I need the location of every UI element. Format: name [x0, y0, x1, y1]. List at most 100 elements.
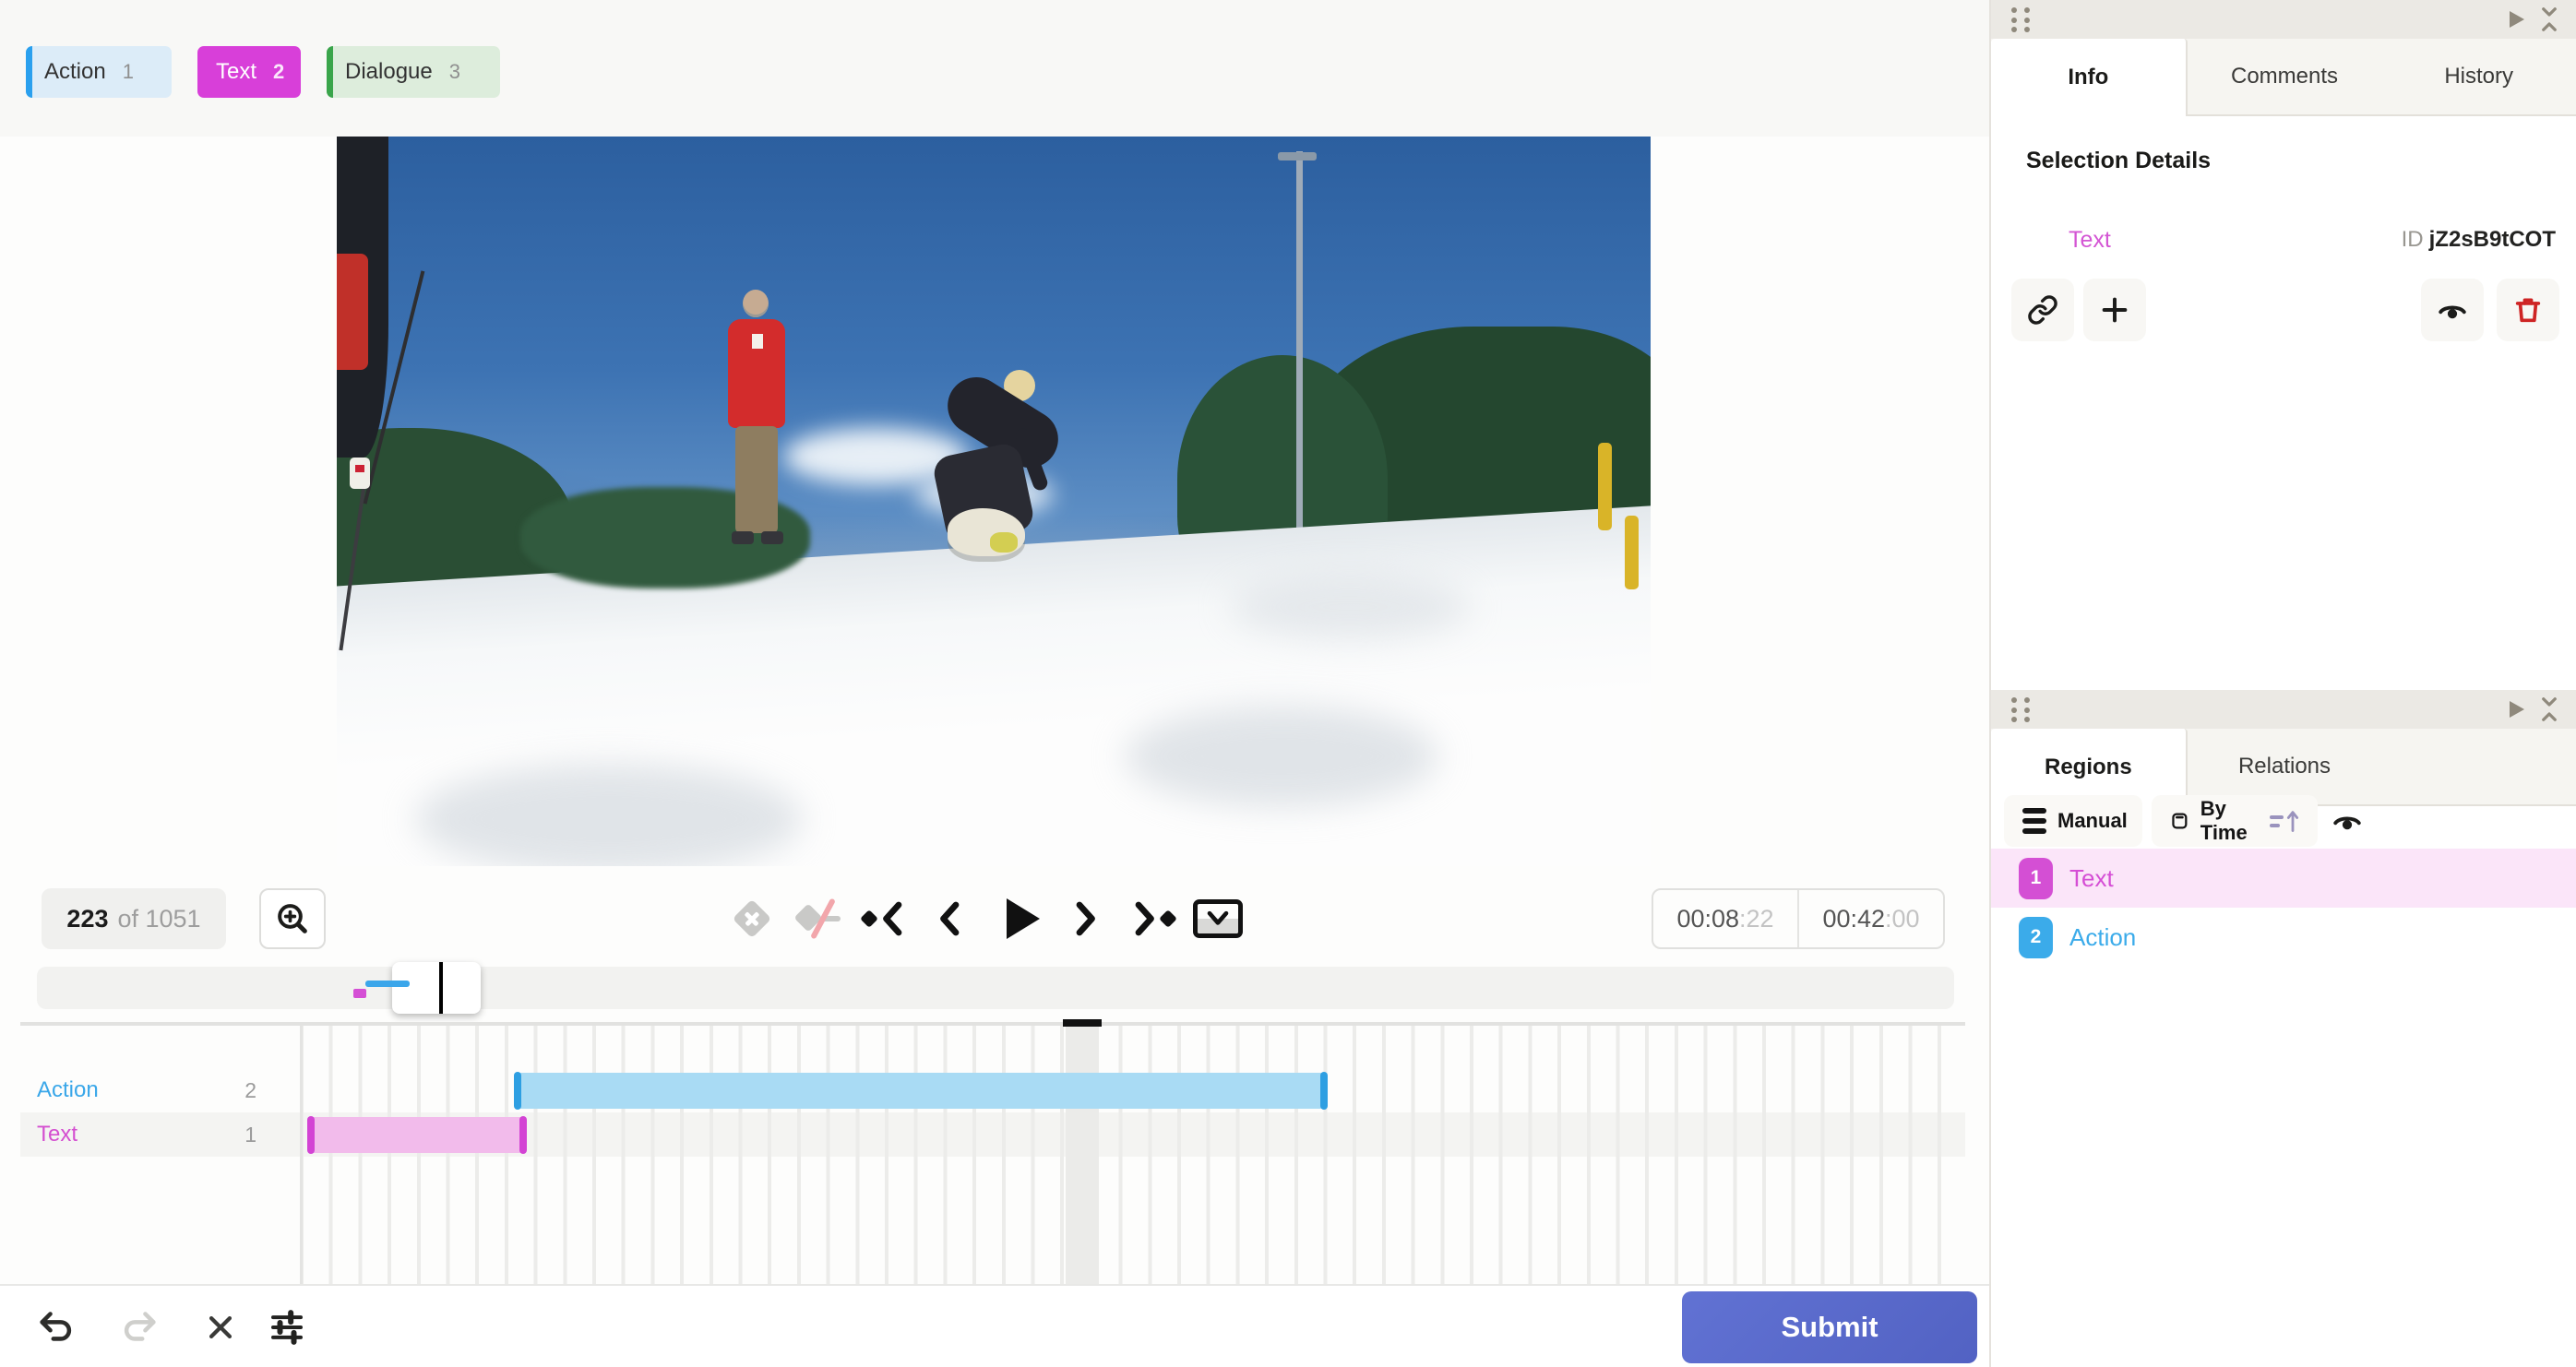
person-left-edge-jacket — [337, 253, 368, 371]
id-label: ID — [2401, 227, 2424, 252]
tab-spacer — [2381, 729, 2576, 804]
person-red-jacket — [724, 290, 789, 566]
region-end-handle[interactable] — [519, 1116, 527, 1154]
add-relation-button[interactable] — [2083, 279, 2146, 341]
current-time[interactable]: 00:08:22 — [1653, 890, 1799, 947]
section-title: Selection Details — [2026, 148, 2212, 173]
toggle-all-regions-visibility-button[interactable] — [2331, 804, 2364, 842]
label-tag-action[interactable]: Action 1 — [26, 46, 172, 98]
viewport-window[interactable] — [392, 962, 481, 1014]
current-time-frames: :22 — [1739, 904, 1774, 933]
group-by-label: Manual — [2057, 809, 2128, 832]
snow-shading — [1230, 574, 1471, 639]
tab-history[interactable]: History — [2381, 39, 2576, 114]
add-keyframe-button[interactable] — [731, 888, 773, 949]
track-region-count: 1 — [244, 1122, 256, 1147]
next-keyframe-button[interactable] — [1124, 888, 1181, 949]
yellow-pole — [1624, 516, 1639, 590]
panel-header[interactable] — [1991, 690, 2576, 729]
group-manual-icon — [2022, 808, 2046, 834]
keyframe-slash-icon — [793, 897, 844, 940]
track-name: Action — [37, 1077, 99, 1102]
details-tab-bar: Info Comments History — [1991, 39, 2576, 116]
track-label-action[interactable]: Action 2 — [37, 1068, 277, 1112]
collapse-panel-icon[interactable] — [2537, 6, 2561, 33]
tag-color-stripe — [327, 46, 333, 98]
frame-counter[interactable]: 223 of 1051 — [42, 888, 226, 949]
track-label-text[interactable]: Text 1 — [37, 1112, 277, 1157]
playhead-column[interactable] — [1066, 1026, 1099, 1284]
link-icon — [2028, 295, 2057, 325]
delete-selection-button[interactable] — [192, 1299, 249, 1356]
previous-frame-button[interactable] — [930, 888, 971, 949]
selected-region-id: ID jZ2sB9tCOT — [2402, 227, 2556, 253]
drag-handle-icon[interactable] — [2011, 7, 2033, 33]
timeline-collapse-button[interactable] — [1192, 888, 1244, 949]
chevron-right-icon — [1076, 901, 1095, 936]
tag-hotkey: 2 — [273, 60, 285, 83]
playhead-marker[interactable] — [439, 962, 443, 1014]
timeline-region-action[interactable] — [514, 1072, 1328, 1110]
label-tag-text-selected[interactable]: Text 2 — [197, 46, 301, 98]
tag-label: Dialogue — [345, 59, 433, 84]
toggle-interpolation-button[interactable] — [793, 888, 845, 949]
sort-by-button[interactable]: By Time — [2152, 795, 2318, 847]
region-label: Text — [2069, 863, 2114, 892]
dog-on-snow — [948, 508, 1026, 557]
delete-region-button[interactable] — [2497, 279, 2559, 341]
group-by-button[interactable]: Manual — [2004, 795, 2142, 847]
badge — [752, 334, 764, 350]
submit-button[interactable]: Submit — [1682, 1291, 1977, 1363]
region-start-handle[interactable] — [307, 1116, 315, 1154]
tag-hotkey: 1 — [122, 60, 134, 83]
head — [743, 290, 769, 318]
timeline-minimap[interactable] — [37, 962, 1954, 1014]
playhead-handle[interactable] — [1063, 1019, 1102, 1027]
time-display: 00:08:22 00:42:00 — [1652, 888, 1945, 949]
region-end-handle[interactable] — [1320, 1072, 1328, 1110]
chevron-right-icon — [1135, 901, 1154, 936]
tag-color-stripe — [26, 46, 32, 98]
settings-button[interactable] — [258, 1299, 316, 1356]
region-index-badge: 1 — [2019, 857, 2053, 899]
region-list-item-action[interactable]: 2 Action — [1991, 908, 2576, 967]
video-frame[interactable] — [337, 137, 1651, 866]
close-icon — [209, 1315, 233, 1339]
redo-button[interactable] — [111, 1299, 168, 1356]
next-frame-button[interactable] — [1065, 888, 1105, 949]
sort-ascending-icon — [2270, 809, 2299, 833]
tab-info[interactable]: Info — [1991, 39, 2188, 116]
total-frames: of 1051 — [117, 904, 201, 933]
light-pole — [1295, 150, 1303, 560]
total-time-frames: :00 — [1885, 904, 1920, 933]
timeline-region-text[interactable] — [307, 1116, 527, 1154]
play-button[interactable] — [995, 888, 1046, 949]
detach-panel-icon[interactable] — [2510, 11, 2524, 28]
person-bending — [915, 366, 1118, 591]
tab-relations[interactable]: Relations — [2188, 729, 2382, 804]
hide-region-button[interactable] — [2421, 279, 2484, 341]
tab-comments[interactable]: Comments — [2188, 39, 2382, 114]
label-tag-dialogue[interactable]: Dialogue 3 — [327, 46, 500, 98]
detach-panel-icon[interactable] — [2510, 701, 2524, 718]
shoe — [732, 531, 755, 545]
drag-handle-icon[interactable] — [2011, 697, 2033, 723]
region-list-item-text[interactable]: 1 Text — [1991, 849, 2576, 908]
keyframe-add-icon — [732, 898, 772, 939]
tag-label: Text — [216, 59, 257, 84]
undo-button[interactable] — [28, 1299, 85, 1356]
link-region-button[interactable] — [2011, 279, 2074, 341]
shoe — [761, 531, 784, 545]
magnifier-plus-icon — [278, 904, 307, 933]
tag-label: Action — [44, 59, 106, 84]
collapse-panel-icon[interactable] — [2537, 695, 2561, 723]
dog-harness — [990, 532, 1019, 553]
region-start-handle[interactable] — [514, 1072, 521, 1110]
minimap-text-region — [353, 989, 366, 998]
zoom-in-button[interactable] — [259, 888, 326, 949]
previous-keyframe-button[interactable] — [856, 888, 913, 949]
timeline-grid[interactable] — [300, 1026, 1965, 1284]
panel-header[interactable] — [1991, 0, 2576, 39]
regions-panel: Regions Relations Manual By Time 1 Text … — [1989, 690, 2576, 1367]
region-label: Action — [2069, 922, 2137, 951]
